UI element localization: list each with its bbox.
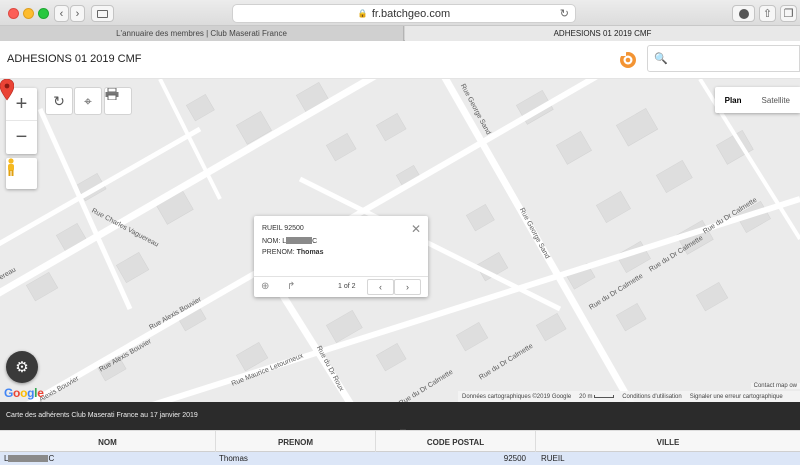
sidebar-toggle-button[interactable] (91, 5, 114, 22)
tab-label: ADHESIONS 01 2019 CMF (553, 29, 652, 38)
contact-map-owner-link[interactable]: Contact map ow (750, 383, 800, 389)
tab-label: L'annuaire des membres | Club Maserati F… (116, 29, 287, 38)
zoom-out-button[interactable]: − (6, 121, 37, 154)
tab-adhesions[interactable]: ADHESIONS 01 2019 CMF (405, 26, 800, 41)
sidebar-icon (97, 9, 108, 18)
map-attribution: Données cartographiques ©2019 Google 20 … (458, 391, 800, 402)
info-pager: 1 of 2 (338, 283, 356, 290)
prev-record-button[interactable]: ‹ (367, 279, 394, 295)
pegman-icon (8, 158, 14, 176)
maximize-window-button[interactable] (38, 8, 49, 19)
locate-button[interactable]: ⌖ (74, 87, 102, 115)
close-icon[interactable]: ✕ (411, 222, 421, 236)
refresh-icon: ↻ (53, 92, 65, 109)
column-header-prenom[interactable]: PRENOM (216, 431, 376, 453)
minimize-window-button[interactable] (23, 8, 34, 19)
google-logo[interactable]: Google (4, 386, 44, 400)
map-scale: 20 m (579, 393, 615, 400)
back-button[interactable]: ‹ (54, 5, 69, 22)
column-header-code-postal[interactable]: CODE POSTAL (376, 431, 536, 453)
table-header: NOM PRENOM CODE POSTAL VILLE (0, 430, 800, 453)
data-table: NOM PRENOM CODE POSTAL VILLE LC Thomas 9… (0, 430, 800, 465)
reload-icon[interactable]: ↻ (560, 7, 569, 20)
info-nom: NOM: LC (262, 237, 317, 245)
cell-nom: LC (4, 452, 54, 465)
maptype-plan-button[interactable]: Plan (715, 87, 752, 113)
chevron-right-icon: › (75, 7, 80, 20)
chevron-right-icon: › (406, 282, 409, 292)
redaction-block (8, 455, 49, 462)
share-icon: ⇧ (762, 8, 773, 20)
report-error-link[interactable]: Signaler une erreur cartographique (690, 394, 783, 400)
street-view-pegman[interactable] (6, 158, 37, 189)
url-text: fr.batchgeo.com (371, 7, 451, 20)
search-icon: 🔍 (654, 53, 668, 65)
browser-titlebar: ‹ › 🔒 fr.batchgeo.com ↻ ⇧ ❐ (0, 0, 800, 26)
cell-nom-suffix: C (48, 454, 55, 463)
maptype-satellite-button[interactable]: Satellite (752, 87, 800, 113)
tab-annuaire[interactable]: L'annuaire des membres | Club Maserati F… (0, 26, 404, 41)
table-row[interactable]: LC Thomas 92500 RUEIL (0, 452, 800, 465)
tabs-overview-button[interactable]: ❐ (780, 5, 797, 22)
info-prenom-label: PRENOM: (262, 249, 297, 256)
lock-icon: 🔒 (357, 9, 368, 18)
close-window-button[interactable] (8, 8, 19, 19)
settings-button[interactable]: ⚙ (6, 351, 38, 383)
address-bar[interactable]: 🔒 fr.batchgeo.com ↻ (232, 4, 576, 23)
chevron-left-icon: ‹ (379, 282, 382, 292)
batchgeo-logo-icon[interactable] (618, 49, 638, 69)
print-button[interactable] (104, 87, 132, 115)
download-icon (738, 8, 749, 19)
info-nom-suffix: C (312, 238, 318, 245)
marker-info-window: ✕ RUEIL 92500 NOM: LC PRENOM: Thomas ⊕ ↱… (254, 216, 428, 297)
info-prenom-value: Thomas (296, 249, 324, 256)
downloads-button[interactable] (732, 5, 755, 22)
tab-bar: L'annuaire des membres | Club Maserati F… (0, 26, 800, 41)
info-window-footer: ⊕ ↱ 1 of 2 ‹ › (254, 276, 428, 297)
page-title: ADHESIONS 01 2019 CMF (7, 53, 142, 65)
map-data-credit: Données cartographiques ©2019 Google (462, 393, 572, 400)
map-caption: Carte des adhérents Club Maserati France… (6, 412, 198, 419)
map-scale-label: 20 m (579, 393, 593, 400)
forward-button[interactable]: › (70, 5, 85, 22)
map-type-control: Plan Satellite (714, 87, 800, 113)
cell-code-postal: 92500 (503, 454, 526, 463)
crosshair-icon: ⌖ (84, 92, 92, 109)
reset-view-button[interactable]: ↻ (45, 87, 73, 115)
next-record-button[interactable]: › (394, 279, 421, 295)
tabs-icon: ❐ (783, 8, 794, 20)
zoom-to-icon[interactable]: ⊕ (261, 281, 269, 292)
gear-icon: ⚙ (15, 359, 29, 376)
cell-ville: RUEIL (541, 454, 565, 463)
redaction-block (286, 237, 313, 244)
info-nom-label: NOM: (262, 238, 283, 245)
map-canvas[interactable]: Rue George Sand Rue George Sand Rue Char… (0, 79, 800, 402)
map-pin-icon[interactable] (0, 79, 14, 101)
info-prenom: PRENOM: Thomas (262, 249, 323, 256)
directions-icon[interactable]: ↱ (287, 281, 295, 292)
cell-prenom: Thomas (219, 454, 248, 463)
print-icon (105, 88, 119, 100)
column-header-nom[interactable]: NOM (0, 431, 216, 453)
map-caption-bar: Carte des adhérents Club Maserati France… (0, 402, 800, 434)
info-city: RUEIL 92500 (262, 225, 304, 232)
chevron-left-icon: ‹ (59, 7, 64, 20)
column-header-ville[interactable]: VILLE (536, 431, 800, 453)
share-button[interactable]: ⇧ (759, 5, 776, 22)
terms-link[interactable]: Conditions d'utilisation (622, 394, 682, 400)
search-input[interactable]: 🔍 (647, 45, 800, 72)
